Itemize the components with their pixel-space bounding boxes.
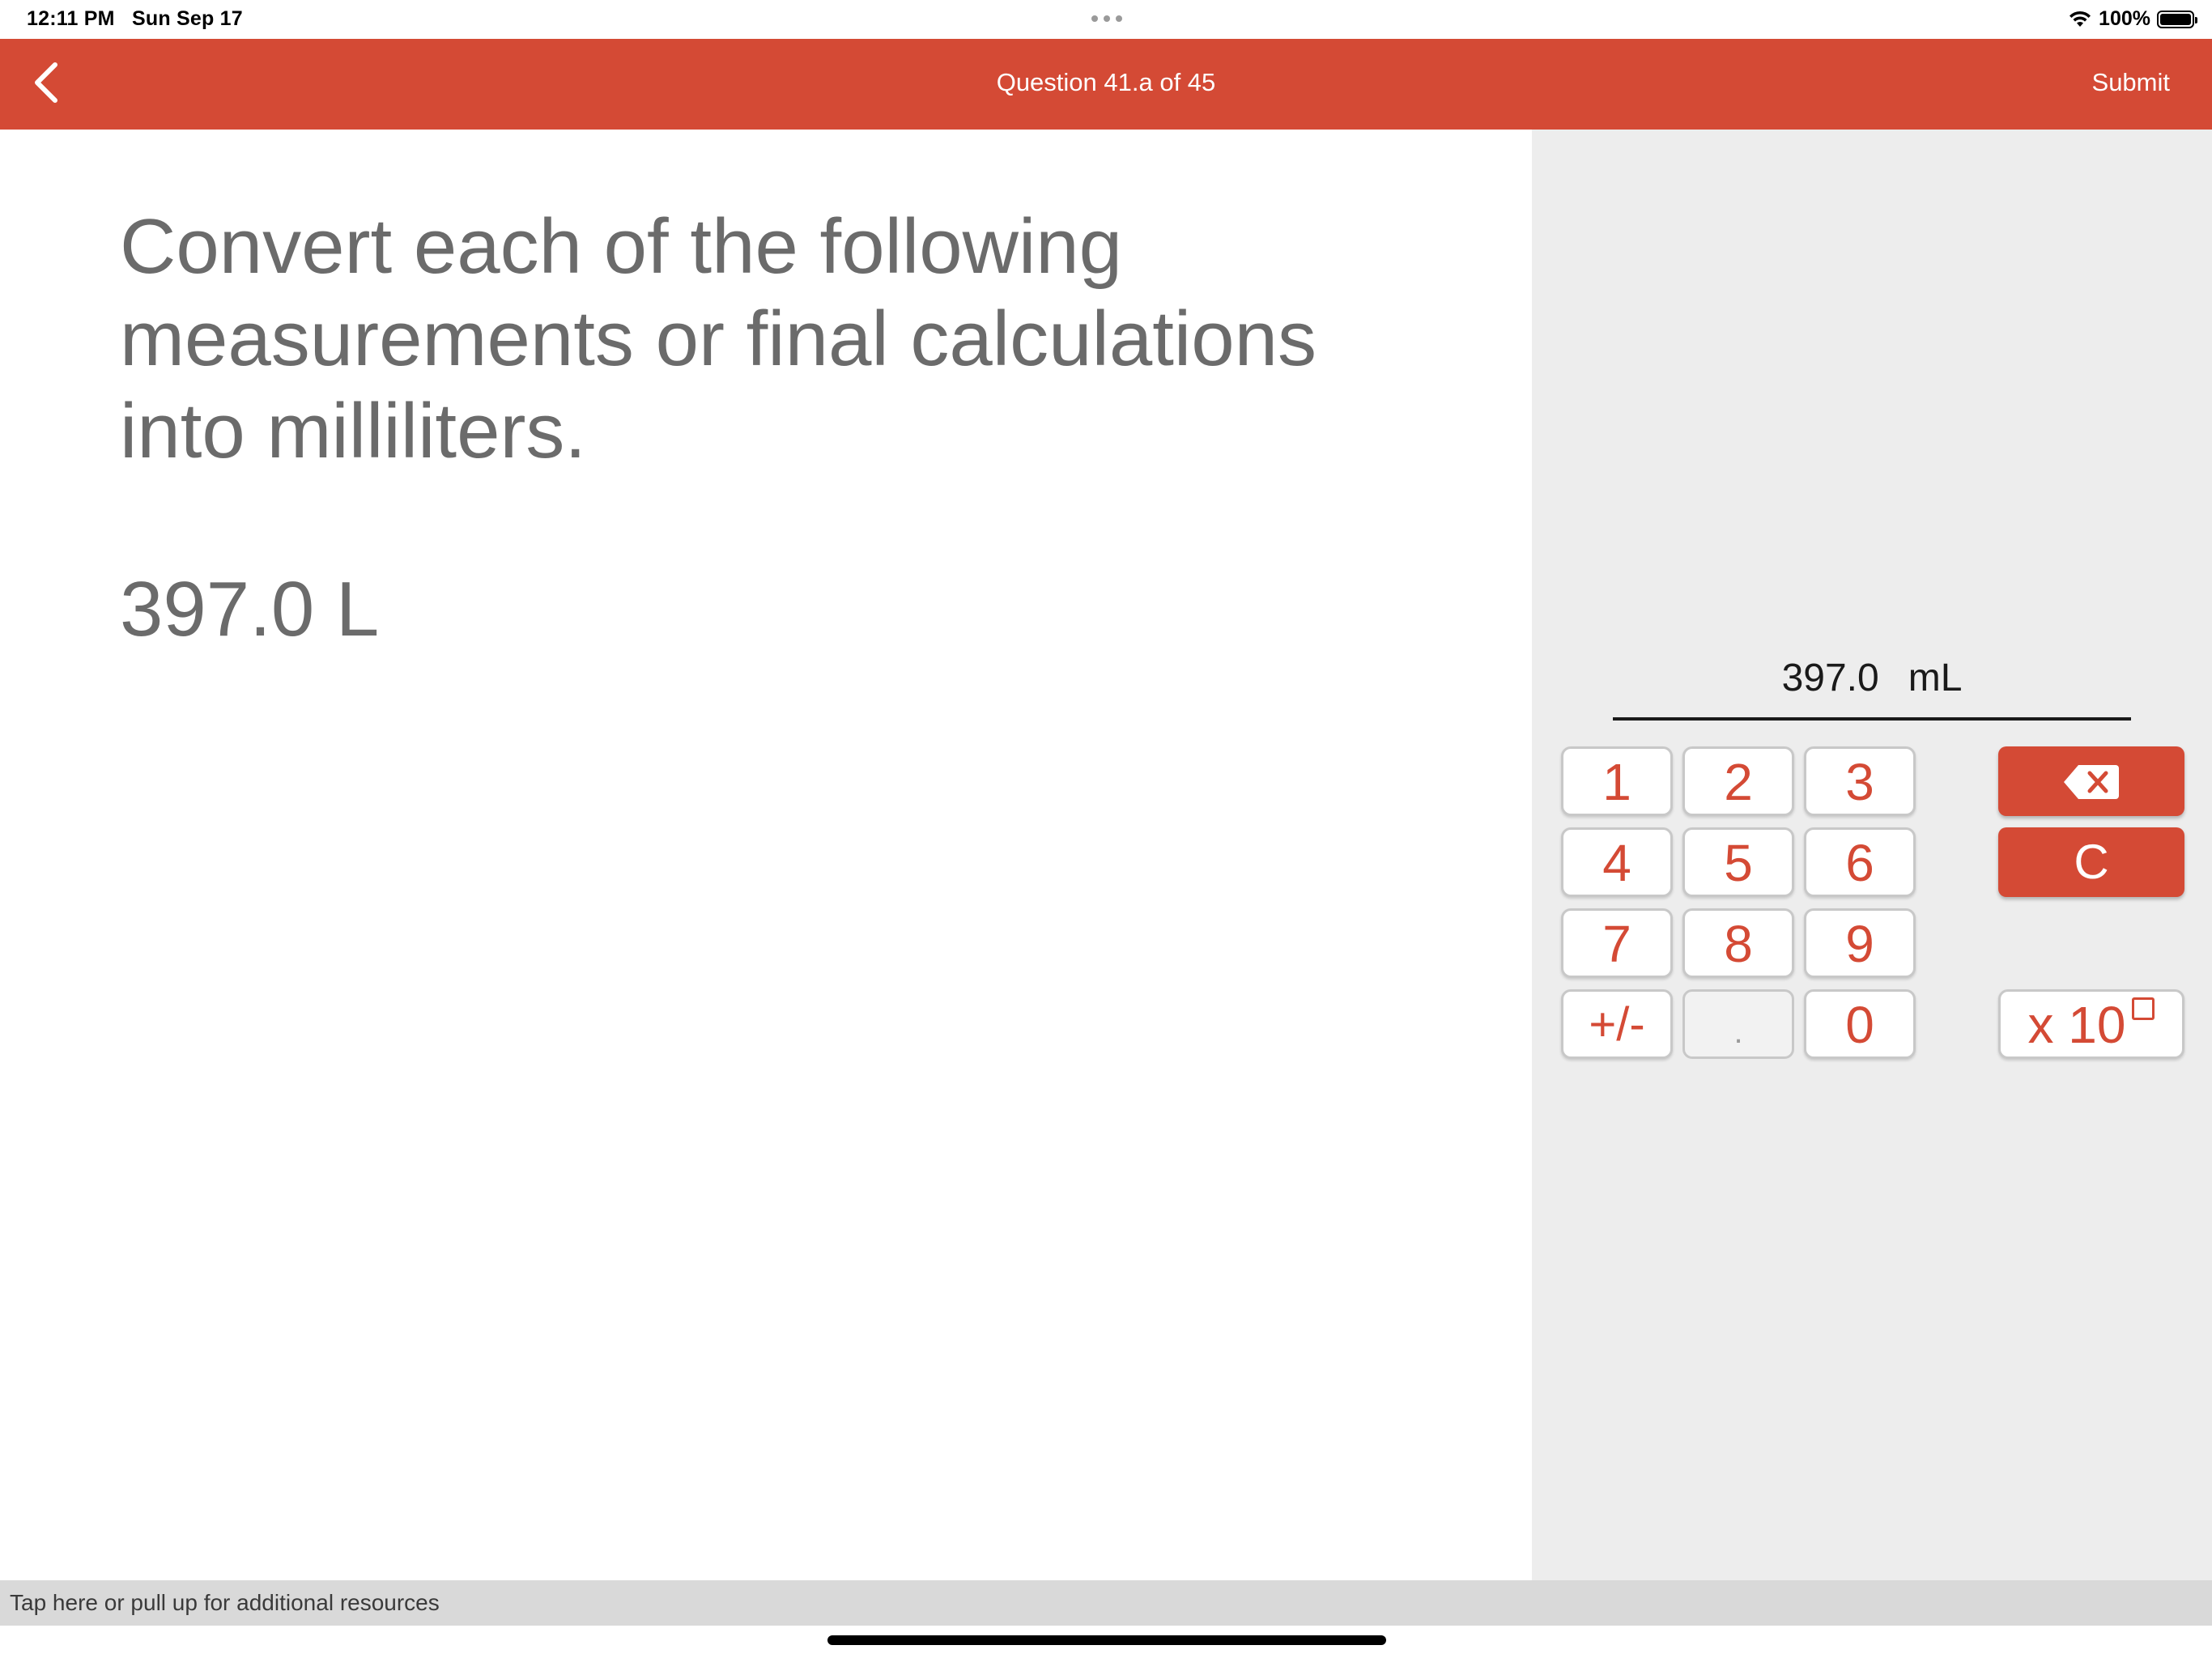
key-7[interactable]: 7 <box>1561 908 1673 978</box>
status-bar: 12:11 PM Sun Sep 17 100% <box>0 0 2212 39</box>
sci-label: x 10 <box>2027 996 2126 1054</box>
status-time-value: 12:11 PM <box>27 7 115 30</box>
key-6[interactable]: 6 <box>1804 827 1916 897</box>
resources-label: Tap here or pull up for additional resou… <box>10 1590 440 1615</box>
status-right: 100% <box>2068 7 2197 31</box>
key-9[interactable]: 9 <box>1804 908 1916 978</box>
key-1[interactable]: 1 <box>1561 746 1673 816</box>
answer-field[interactable]: 397.0 mL <box>1613 656 2131 721</box>
resources-bar[interactable]: Tap here or pull up for additional resou… <box>0 1580 2212 1626</box>
answer-pane: 397.0 mL 1 2 3 4 5 6 7 8 9 +/- . 0 C x 10 <box>1532 130 2212 1580</box>
key-3[interactable]: 3 <box>1804 746 1916 816</box>
key-5[interactable]: 5 <box>1682 827 1794 897</box>
status-date: Sun Sep 17 <box>132 7 243 30</box>
page-title: Question 41.a of 45 <box>996 68 1216 96</box>
nav-bar: Question 41.a of 45 Submit <box>0 39 2212 130</box>
status-time: 12:11 PM Sun Sep 17 <box>27 7 243 31</box>
answer-unit: mL <box>1908 657 1963 699</box>
key-4[interactable]: 4 <box>1561 827 1673 897</box>
key-2[interactable]: 2 <box>1682 746 1794 816</box>
question-pane: Convert each of the following measuremen… <box>0 130 1532 1580</box>
key-plus-minus[interactable]: +/- <box>1561 989 1673 1059</box>
key-0[interactable]: 0 <box>1804 989 1916 1059</box>
question-text: Convert each of the following measuremen… <box>120 203 1317 474</box>
battery-fill <box>2160 13 2191 25</box>
given-value: 397.0 L <box>120 566 380 653</box>
backspace-icon <box>2064 765 2119 800</box>
wifi-icon <box>2069 11 2091 27</box>
answer-value: 397.0 <box>1781 657 1879 699</box>
home-indicator[interactable] <box>827 1635 1386 1645</box>
battery-percent: 100% <box>2099 7 2150 30</box>
exponent-box-icon <box>2132 997 2155 1020</box>
clear-button[interactable]: C <box>1998 827 2184 897</box>
backspace-button[interactable] <box>1998 746 2184 816</box>
key-8[interactable]: 8 <box>1682 908 1794 978</box>
multitasking-dots-icon[interactable] <box>1090 11 1124 27</box>
scientific-notation-button[interactable]: x 10 <box>1998 989 2184 1059</box>
key-decimal[interactable]: . <box>1682 989 1794 1059</box>
submit-button[interactable]: Submit <box>2092 68 2170 97</box>
battery-icon <box>2157 10 2197 28</box>
